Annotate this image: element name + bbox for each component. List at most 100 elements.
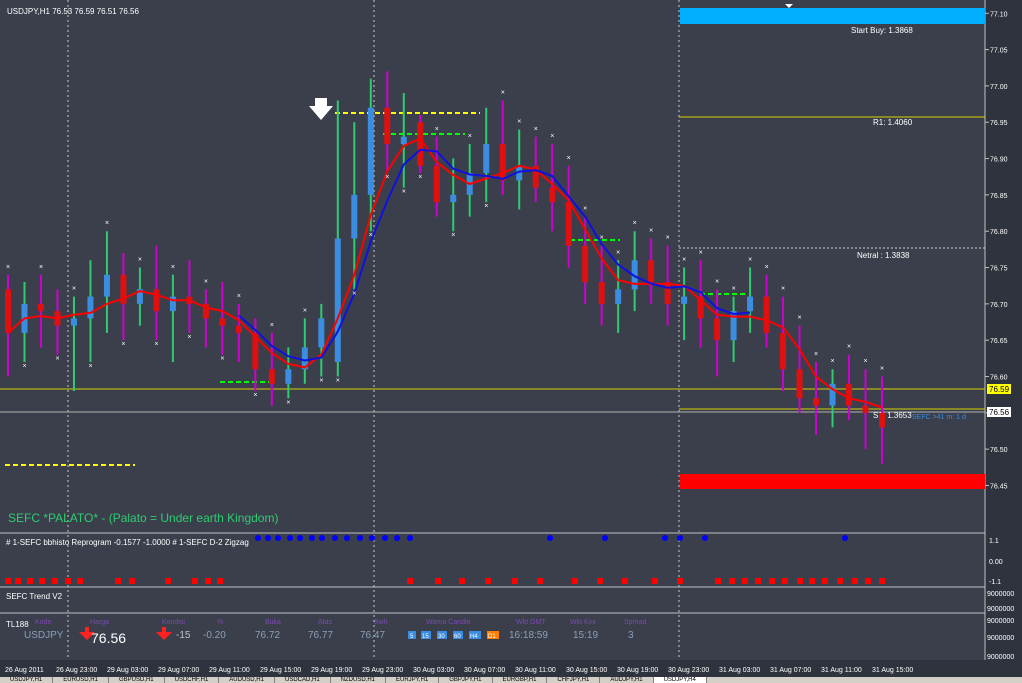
sefc-note: SEFC >41 m: 1 d <box>912 414 966 421</box>
sar-dot: × <box>336 378 340 385</box>
sar-dot: × <box>369 232 373 239</box>
sar-dot: × <box>798 315 802 322</box>
chart-tab[interactable]: CHFJPY,H1 <box>547 677 601 683</box>
sar-dot: × <box>583 206 587 213</box>
chart-tab[interactable]: GBPJPY,H1 <box>439 677 493 683</box>
candle-body <box>862 405 869 413</box>
sar-dot: × <box>781 286 785 293</box>
histo-dot-blue <box>287 535 293 541</box>
candle-body <box>565 202 572 246</box>
sub3-axis-2: 9000000 <box>987 635 1014 642</box>
histo-dot-red <box>822 578 828 584</box>
price-tick-label: 76.95 <box>990 120 1008 127</box>
sub2-axis-bottom: 9000000 <box>987 606 1014 613</box>
histo-dot-red <box>205 578 211 584</box>
chart-tab[interactable]: AUDJPY,H1 <box>600 677 654 683</box>
sar-dot: × <box>204 278 208 285</box>
histo-dot-blue <box>662 535 668 541</box>
chart-tab[interactable]: USDJPY,H1 <box>0 677 54 683</box>
time-tick-label: 29 Aug 07:00 <box>158 667 199 674</box>
level-price-tag-text: 76.59 <box>989 385 1010 394</box>
candle-body <box>417 122 424 166</box>
table-spread: 3 <box>628 630 634 641</box>
sar-dot: × <box>72 286 76 293</box>
sub3-axis-1: 9000000 <box>987 618 1014 625</box>
chart-tab[interactable]: USDJPY,H4 <box>653 677 707 683</box>
sar-dot: × <box>6 264 10 271</box>
candle-body <box>763 296 770 333</box>
candle-body <box>681 296 688 304</box>
r1-label: R1: 1.4060 <box>873 118 913 127</box>
histo-dot-blue <box>309 535 315 541</box>
chart-tab[interactable]: USDCAD,H1 <box>275 677 331 683</box>
sar-dot: × <box>831 358 835 365</box>
histo-dot-blue <box>547 535 553 541</box>
time-tick-label: 26 Aug 23:00 <box>56 667 97 674</box>
candle-body <box>796 369 803 399</box>
table-gmt: 16:18:59 <box>509 630 548 641</box>
histo-dot-blue <box>602 535 608 541</box>
sub1-title: # 1-SEFC bbhisto Reprogram -0.1577 -1.00… <box>6 538 249 547</box>
candle-body <box>87 296 94 319</box>
sar-dot: × <box>435 126 439 133</box>
candle-body <box>5 289 11 333</box>
histo-dot-blue <box>255 535 261 541</box>
chart-tab[interactable]: USDCHF,H1 <box>165 677 220 683</box>
sar-dot: × <box>171 264 175 271</box>
sar-dot: × <box>534 126 538 133</box>
sub1-axis-bottom: -1.1 <box>989 579 1001 586</box>
candle-body <box>483 144 490 174</box>
histo-dot-red <box>537 578 543 584</box>
histo-dot-red <box>512 578 518 584</box>
chart-tab[interactable]: EURUSD,H1 <box>53 677 109 683</box>
col-header: Warna Candle <box>426 619 471 626</box>
histo-dot-red <box>782 578 788 584</box>
chart-tab[interactable]: NZDUSD,H1 <box>331 677 387 683</box>
tf-label: H4 <box>470 634 478 640</box>
sar-dot: × <box>121 341 125 348</box>
sar-dot: × <box>39 264 43 271</box>
candle-body <box>334 238 341 362</box>
histo-dot-blue <box>297 535 303 541</box>
time-tick-label: 31 Aug 15:00 <box>872 667 913 674</box>
histo-dot-red <box>27 578 33 584</box>
chart-tab[interactable]: GBPUSD,H1 <box>109 677 165 683</box>
sar-dot: × <box>55 356 59 363</box>
chart-tab[interactable]: AUDUSD,H1 <box>219 677 275 683</box>
sar-dot: × <box>715 278 719 285</box>
sar-dot: × <box>418 174 422 181</box>
candle-body <box>615 289 622 304</box>
histo-dot-red <box>192 578 198 584</box>
histo-dot-red <box>879 578 885 584</box>
chart-tabs: USDJPY,H1 EURUSD,H1 GBPUSD,H1 USDCHF,H1 AUDU… <box>0 677 1022 683</box>
histo-dot-blue <box>842 535 848 541</box>
tf-label: 60 <box>454 634 461 640</box>
sub3-title: TL188 <box>6 620 29 629</box>
histo-dot-red <box>652 578 658 584</box>
candle-body <box>384 107 391 145</box>
chart-tab[interactable]: EURGBP,H1 <box>493 677 548 683</box>
sar-dot: × <box>253 392 257 399</box>
histo-dot-blue <box>677 535 683 541</box>
sar-dot: × <box>385 174 389 181</box>
col-header: % <box>217 619 223 626</box>
candle-body <box>103 274 110 297</box>
sar-dot: × <box>699 249 703 256</box>
sar-dot: × <box>649 227 653 234</box>
s1-label: S1: 1.3653 <box>873 411 912 420</box>
price-tick-label: 76.65 <box>990 338 1008 345</box>
histo-dot-blue <box>369 535 375 541</box>
time-tick-label: 31 Aug 11:00 <box>821 667 862 674</box>
sub2-axis-top: 9000000 <box>987 591 1014 598</box>
candle-body <box>499 144 506 181</box>
sar-dot: × <box>187 334 191 341</box>
chart-tab[interactable]: EURJPY,H1 <box>386 677 440 683</box>
table-buka: 76.72 <box>255 630 280 641</box>
table-bwh: 76.47 <box>360 630 385 641</box>
trading-chart[interactable]: Start Buy: 1.3868 R1: 1.4060 Netral : 1.… <box>0 0 1022 683</box>
start-buy-bar <box>680 8 985 24</box>
sar-dot: × <box>402 189 406 196</box>
sar-dot: × <box>451 232 455 239</box>
histo-dot-red <box>865 578 871 584</box>
candle-body <box>433 165 440 203</box>
